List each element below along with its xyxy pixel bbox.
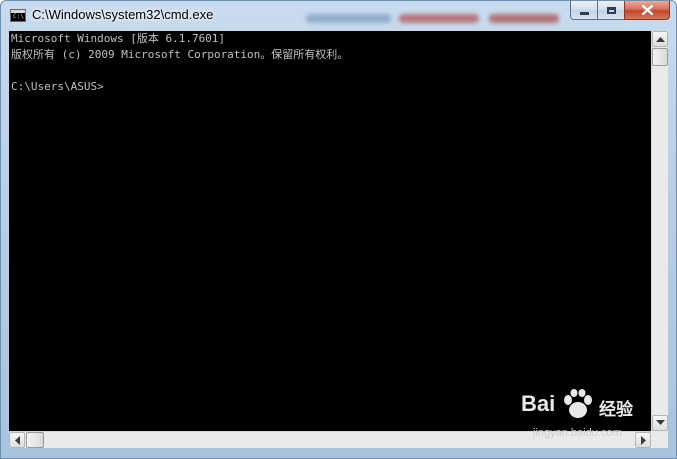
caption-buttons [570, 1, 670, 21]
cmd-icon-text: C:\ [13, 13, 24, 20]
scroll-down-icon [656, 420, 665, 425]
cmd-window: C:\ C:\Windows\system32\cmd.exe Microsof… [0, 0, 677, 459]
minimize-button[interactable] [570, 1, 597, 20]
command-prompt[interactable]: C:\Users\ASUS> [9, 79, 651, 95]
size-grip[interactable] [651, 431, 668, 448]
blurred-background-area [399, 14, 479, 23]
cmd-icon[interactable]: C:\ [10, 9, 26, 22]
maximize-icon [606, 6, 616, 14]
minimize-icon [579, 11, 589, 15]
scroll-up-icon [656, 37, 665, 42]
scroll-down-button[interactable] [652, 415, 668, 431]
blurred-background-area [489, 14, 559, 23]
blurred-background-area [306, 14, 391, 23]
close-icon [641, 5, 653, 15]
horizontal-scroll-thumb[interactable] [26, 432, 44, 448]
paw-icon [564, 389, 592, 418]
title-bar[interactable]: C:\ C:\Windows\system32\cmd.exe [1, 1, 676, 31]
console-line: 版权所有 (c) 2009 Microsoft Corporation。保留所有… [11, 48, 349, 61]
console-line: Microsoft Windows [版本 6.1.7601] [11, 32, 226, 45]
watermark-brand: Bai [521, 391, 556, 416]
scroll-left-icon [15, 436, 20, 445]
window-title: C:\Windows\system32\cmd.exe [32, 7, 214, 22]
console-output[interactable]: Microsoft Windows [版本 6.1.7601] 版权所有 (c)… [9, 31, 651, 431]
close-button[interactable] [624, 1, 670, 20]
watermark-suffix: 经验 [599, 400, 633, 420]
watermark-url: jingyan.baidu.com [533, 427, 622, 439]
baidu-jingyan-watermark: Bai 经验 jingyan.baidu.com [519, 385, 651, 445]
maximize-button[interactable] [597, 1, 624, 20]
vertical-scrollbar[interactable] [651, 31, 668, 431]
vertical-scroll-thumb[interactable] [652, 48, 668, 66]
scroll-left-button[interactable] [9, 432, 25, 448]
scroll-up-button[interactable] [652, 31, 668, 47]
